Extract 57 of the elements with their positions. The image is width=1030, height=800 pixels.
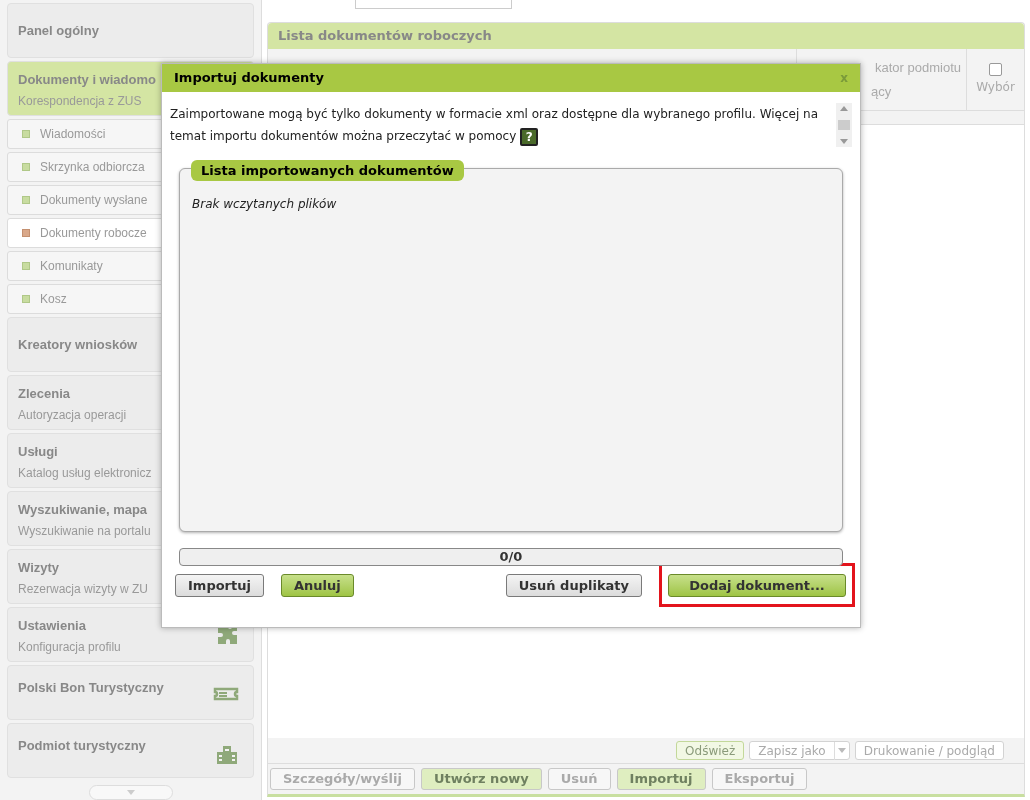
dialog-button[interactable]: Dodaj dokument...: [668, 574, 846, 598]
sidebar-label: Kosz: [40, 291, 67, 308]
sidebar-label: Wiadomości: [40, 126, 106, 143]
progress-label: 0/0: [499, 549, 523, 565]
sidebar-section[interactable]: Panel ogólny: [7, 3, 254, 58]
bullet-icon: [22, 163, 30, 171]
bullet-icon: [22, 295, 30, 303]
scroll-thumb[interactable]: [838, 120, 850, 130]
section-subtitle: Katalog usług elektronicz: [18, 464, 152, 482]
section-title: Kreatory wniosków: [18, 335, 138, 354]
section-subtitle: Konfiguracja profilu: [18, 638, 121, 656]
section-subtitle: Rezerwacja wizyty w ZU: [18, 580, 149, 598]
bullet-icon: [22, 130, 30, 138]
section-title: Wizyty: [18, 559, 61, 577]
section-title: Wyszukiwanie, mapa: [18, 501, 149, 519]
section-title: Podmiot turystyczny: [18, 737, 146, 755]
scroll-down-icon[interactable]: [840, 139, 848, 144]
section-title: Zlecenia: [18, 385, 72, 403]
section-title: Dokumenty i wiadomo: [18, 71, 156, 89]
dialog-button[interactable]: Importuj: [175, 574, 264, 598]
bullet-icon: [22, 262, 30, 270]
scroll-up-icon[interactable]: [840, 106, 848, 111]
column-header: Wybór: [976, 79, 1015, 96]
button-label: Zapisz jako: [750, 741, 835, 760]
action-button[interactable]: Importuj: [616, 768, 706, 790]
section-title: Panel ogólny: [18, 21, 99, 40]
bullet-icon: [22, 229, 30, 237]
sidebar-label: Komunikaty: [40, 258, 103, 275]
toolbar-button[interactable]: Odśwież: [676, 741, 745, 760]
section-subtitle: Autoryzacja operacji: [18, 406, 127, 424]
bullet-icon: [22, 196, 30, 204]
help-button[interactable]: ?: [520, 127, 539, 146]
column-header: ący: [871, 82, 892, 101]
action-button[interactable]: Eksportuj: [711, 768, 808, 790]
section-title: Polski Bon Turystyczny: [18, 679, 164, 697]
dialog-button[interactable]: Anuluj: [280, 574, 354, 598]
action-button[interactable]: Usuń: [547, 768, 611, 790]
section-title: Usługi: [18, 443, 59, 461]
scroll-down-button[interactable]: [88, 785, 173, 800]
column-header: kator podmiotu: [875, 59, 961, 77]
panel-title: Lista dokumentów roboczych: [278, 27, 492, 46]
section-title: Ustawienia: [18, 617, 87, 635]
save-as-button[interactable]: Zapisz jako: [749, 741, 850, 760]
sidebar-section[interactable]: Podmiot turystyczny: [7, 723, 254, 778]
action-button[interactable]: Szczegóły/wyślij: [270, 768, 415, 790]
section-subtitle: Korespondencja z ZUS: [18, 92, 143, 110]
caret-down-icon: [126, 790, 135, 795]
input-field[interactable]: [355, 0, 512, 9]
sidebar-section[interactable]: Polski Bon Turystyczny: [7, 665, 254, 720]
sidebar-label: Dokumenty wysłane: [40, 192, 148, 209]
select-all-checkbox[interactable]: [989, 63, 1002, 76]
sidebar-label: Dokumenty robocze: [40, 225, 147, 242]
toolbar-button[interactable]: Drukowanie / podgląd: [854, 741, 1004, 760]
section-subtitle: Wyszukiwanie na portalu: [18, 522, 151, 540]
action-button[interactable]: Utwórz nowy: [420, 768, 542, 790]
dialog-button[interactable]: Usuń duplikaty: [505, 574, 642, 598]
sidebar-label: Skrzynka odbiorcza: [40, 159, 145, 176]
